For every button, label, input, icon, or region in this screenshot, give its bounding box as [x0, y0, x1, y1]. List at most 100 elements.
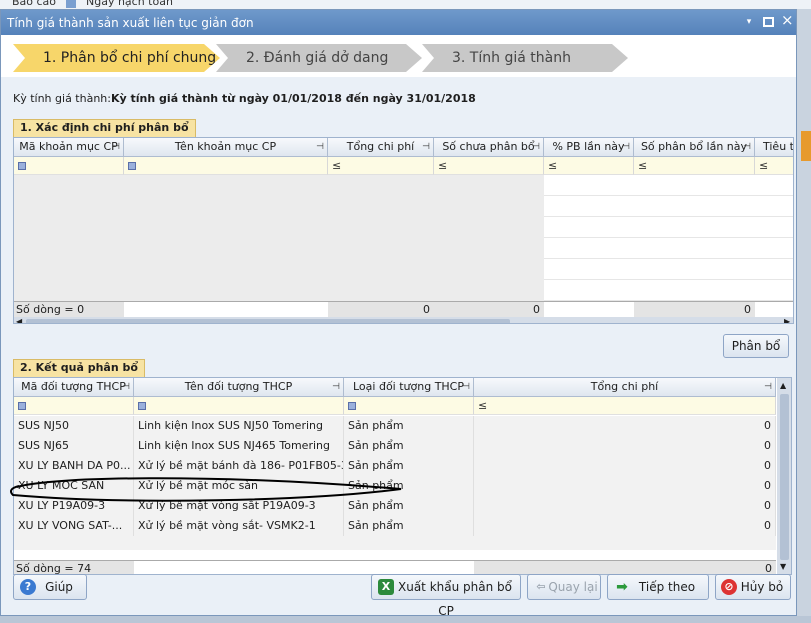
filter-icon[interactable] [128, 162, 136, 170]
footer-blank [755, 302, 793, 317]
scroll-down-icon[interactable]: ▼ [780, 562, 786, 571]
table-row[interactable]: SUS NJ65 Linh kiện Inox SUS NJ465 Tomerin… [14, 436, 776, 456]
allocate-button[interactable]: Phân bổ [723, 334, 789, 358]
cancel-button[interactable]: ⊘ Hủy bỏ [715, 574, 791, 600]
col-header-object-code[interactable]: Mã đối tượng THCP ⊣ [14, 378, 134, 397]
scroll-thumb[interactable] [780, 394, 789, 560]
pin-icon[interactable]: ⊣ [743, 138, 751, 156]
empty-grid-area [14, 175, 544, 301]
step-evaluate-wip[interactable]: 2. Đánh giá dở dang [216, 44, 422, 72]
pin-icon[interactable]: ⊣ [422, 138, 430, 156]
filter-cost-item-code[interactable] [14, 157, 124, 175]
chevron-down-icon[interactable]: ▾ [743, 16, 755, 28]
col-header-total-cost[interactable]: Tổng chi phí ⊣ [328, 138, 434, 157]
pin-icon[interactable]: ⊣ [462, 378, 470, 396]
col-header-object-type[interactable]: Loại đối tượng THCP ⊣ [344, 378, 474, 397]
cost-calculation-dialog: Tính giá thành sản xuất liên tục giản đơ… [0, 9, 797, 618]
period-label: Kỳ tính giá thành: [13, 92, 111, 105]
menu-item-reports[interactable]: Báo cáo [12, 0, 56, 8]
step-calculate-cost[interactable]: 3. Tính giá thành [422, 44, 628, 72]
table-cell-total: 0 [474, 516, 776, 536]
section1-tab: 1. Xác định chi phí phân bổ [13, 119, 196, 137]
menu-item-posting-date[interactable]: Ngày hạch toán [86, 0, 173, 8]
table-cell-type: Sản phẩm [344, 416, 474, 436]
footer-blank [124, 302, 328, 317]
filter-allocation-amount[interactable]: ≤ [634, 157, 755, 175]
table-cell-total: 0 [474, 456, 776, 476]
filter-object-type[interactable] [344, 397, 474, 415]
back-button[interactable]: ⇦ Quay lại [527, 574, 601, 600]
col-header-allocation-amount[interactable]: Số phân bổ lần này ⊣ [634, 138, 755, 157]
table-cell-name: Linh kiện Inox SUS NJ465 Tomering [134, 436, 344, 456]
scroll-thumb[interactable] [26, 319, 510, 323]
cancel-icon: ⊘ [721, 579, 737, 595]
filter-cost-item-name[interactable] [124, 157, 328, 175]
row-count: Số dòng = 74 [16, 562, 92, 575]
table-row[interactable]: XU LY VONG SAT-... Xử lý bề mặt vòng sắt-… [14, 516, 776, 536]
pin-icon[interactable]: ⊣ [122, 378, 130, 396]
filter-total-cost[interactable]: ≤ [474, 397, 776, 415]
filter-unallocated[interactable]: ≤ [434, 157, 544, 175]
footer-total-cost: 0 [765, 562, 772, 575]
pin-icon[interactable]: ⊣ [316, 138, 324, 156]
arrow-left-icon: ⇦ [536, 580, 546, 593]
help-icon: ? [20, 579, 36, 595]
grid-footer: Số dòng = 0 0 0 0 [14, 301, 793, 317]
col-header-cost-item-name[interactable]: Tên khoản mục CP ⊣ [124, 138, 328, 157]
empty-grid-rows [544, 175, 793, 301]
row-count: Số dòng = 0 [16, 303, 85, 316]
close-button[interactable]: × [781, 13, 794, 28]
table-cell-type: Sản phẩm [344, 436, 474, 456]
vertical-scrollbar[interactable]: ▲ ▼ [777, 378, 791, 574]
pin-icon[interactable]: ⊣ [622, 138, 630, 156]
horizontal-scrollbar[interactable]: ◀ ▶ [14, 317, 793, 323]
footer-unallocated: 0 [533, 303, 540, 316]
pin-icon[interactable]: ⊣ [332, 378, 340, 396]
help-button[interactable]: ? Giúp [13, 574, 87, 600]
table-cell-code: SUS NJ50 [14, 416, 134, 436]
filter-icon[interactable] [138, 402, 146, 410]
table-cell-name: Xử lý bề mặt vòng sắt- VSMK2-1 [134, 516, 344, 536]
table-cell-total: 0 [474, 436, 776, 456]
filter-object-code[interactable] [14, 397, 134, 415]
footer-blank [544, 302, 634, 317]
table-cell-code: SUS NJ65 [14, 436, 134, 456]
pin-icon[interactable]: ⊣ [532, 138, 540, 156]
pin-icon[interactable]: ⊣ [112, 138, 120, 156]
table-row[interactable]: XU LY BANH DA P0... Xử lý bề mặt bánh đà … [14, 456, 776, 476]
calendar-icon [66, 0, 76, 8]
filter-object-name[interactable] [134, 397, 344, 415]
col-header-total-cost[interactable]: Tổng chi phí ⊣ [474, 378, 776, 397]
filter-icon[interactable] [18, 402, 26, 410]
filter-icon[interactable] [348, 402, 356, 410]
scroll-right-icon[interactable]: ▶ [784, 317, 790, 323]
filter-allocation-percent[interactable]: ≤ [544, 157, 634, 175]
filter-total-cost[interactable]: ≤ [328, 157, 434, 175]
filter-criteria[interactable]: ≤ [755, 157, 793, 175]
excel-icon: X [378, 579, 394, 595]
col-header-unallocated[interactable]: Số chưa phân bổ ⊣ [434, 138, 544, 157]
scroll-up-icon[interactable]: ▲ [780, 381, 786, 390]
section2-tab: 2. Kết quả phân bổ [13, 359, 145, 377]
scroll-left-icon[interactable]: ◀ [16, 317, 22, 323]
table-cell-total: 0 [474, 496, 776, 516]
col-header-object-name[interactable]: Tên đối tượng THCP ⊣ [134, 378, 344, 397]
period-value: Kỳ tính giá thành từ ngày 01/01/2018 đến… [111, 92, 476, 105]
step-allocate-common-cost[interactable]: 1. Phân bổ chi phí chung [13, 44, 220, 72]
col-header-allocation-percent[interactable]: % PB lần này ⊣ [544, 138, 634, 157]
filter-icon[interactable] [18, 162, 26, 170]
col-header-cost-item-code[interactable]: Mã khoản mục CP ⊣ [14, 138, 124, 157]
table-cell-name: Xử lý bề mặt bánh đà 186- P01FB05-3 [134, 456, 344, 476]
footer-allocation-amount: 0 [744, 303, 751, 316]
table-cell-code: XU LY VONG SAT-... [14, 516, 134, 536]
pin-icon[interactable]: ⊣ [764, 378, 772, 396]
footer-total-cost: 0 [423, 303, 430, 316]
table-row[interactable]: SUS NJ50 Linh kiện Inox SUS NJ50 Tomering… [14, 416, 776, 436]
table-cell-type: Sản phẩm [344, 516, 474, 536]
table-cell-name: Linh kiện Inox SUS NJ50 Tomering [134, 416, 344, 436]
export-allocation-button[interactable]: X Xuất khẩu phân bổ CP [371, 574, 521, 618]
background-orange-tab [801, 131, 811, 161]
next-button[interactable]: ➡ Tiếp theo [607, 574, 709, 600]
col-header-criteria[interactable]: Tiêu t [755, 138, 793, 157]
maximize-button[interactable] [763, 17, 774, 27]
